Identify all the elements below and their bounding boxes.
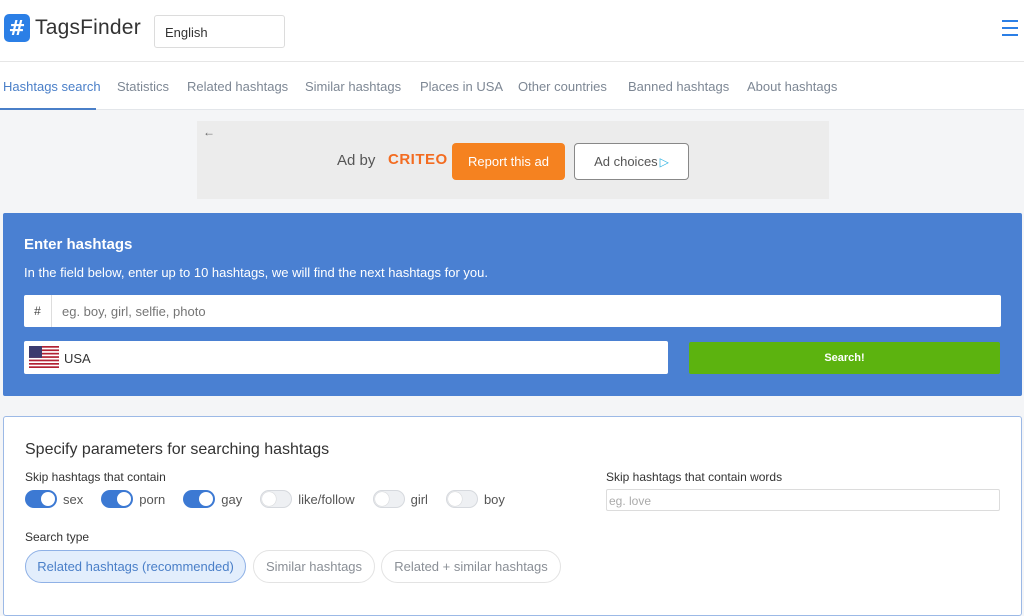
tab-about-hashtags[interactable]: About hashtags — [747, 79, 837, 94]
report-ad-button[interactable]: Report this ad — [452, 143, 565, 180]
skip-contain-label: Skip hashtags that contain — [25, 470, 166, 484]
search-description: In the field below, enter up to 10 hasht… — [24, 265, 488, 280]
country-select[interactable]: USA — [24, 341, 668, 374]
tab-hashtags-search[interactable]: Hashtags search — [3, 79, 101, 94]
tab-places-in-usa[interactable]: Places in USA — [420, 79, 503, 94]
hashtag-input[interactable] — [62, 304, 982, 319]
skip-toggles: sex porn gay like/follow girl boy — [25, 490, 523, 508]
toggle-label: porn — [139, 491, 166, 507]
country-label: USA — [64, 351, 91, 366]
toggle-porn[interactable]: porn — [101, 490, 165, 508]
params-panel: Specify parameters for searching hashtag… — [3, 416, 1022, 616]
tab-statistics[interactable]: Statistics — [117, 79, 169, 94]
language-select[interactable]: English — [154, 15, 285, 48]
tab-related-hashtags[interactable]: Related hashtags — [187, 79, 288, 94]
back-arrow-icon[interactable]: ← — [203, 125, 215, 139]
ad-by-label: Ad by — [337, 152, 376, 169]
search-type-label: Search type — [25, 530, 90, 544]
top-bar: # TagsFinder English — [0, 0, 1024, 62]
ad-choices-button[interactable]: Ad choices ▷ — [574, 143, 689, 180]
app-name: TagsFinder — [35, 16, 141, 39]
toggle-switch[interactable] — [445, 490, 478, 508]
toggle-boy[interactable]: boy — [445, 490, 505, 508]
params-title: Specify parameters for searching hashtag… — [25, 441, 330, 458]
usa-flag-icon — [29, 346, 59, 368]
search-panel: Enter hashtags In the field below, enter… — [3, 213, 1022, 396]
toggle-label: sex — [63, 491, 84, 507]
toggle-sex[interactable]: sex — [25, 490, 83, 508]
hashtag-input-group: # — [24, 295, 1001, 327]
skip-words-input[interactable]: eg. love — [606, 489, 1000, 511]
hashtag-logo-icon: # — [4, 14, 30, 42]
nav-tabs: Hashtags search Statistics Related hasht… — [0, 62, 1024, 110]
toggle-gay[interactable]: gay — [183, 490, 242, 508]
toggle-girl[interactable]: girl — [372, 490, 428, 508]
search-type-similar[interactable]: Similar hashtags — [253, 550, 375, 583]
logo[interactable]: # TagsFinder — [4, 14, 141, 42]
search-title: Enter hashtags — [24, 236, 133, 253]
toggle-switch[interactable] — [372, 490, 405, 508]
criteo-logo: CRITEO — [388, 151, 448, 168]
active-tab-underline — [0, 108, 96, 110]
ad-banner: ← Ad by CRITEO Report this ad Ad choices… — [197, 121, 829, 199]
skip-words-label: Skip hashtags that contain words — [606, 470, 783, 484]
toggle-switch[interactable] — [260, 490, 293, 508]
toggle-label: boy — [483, 491, 505, 507]
search-type-related-similar[interactable]: Related + similar hashtags — [381, 550, 561, 583]
toggle-label: girl — [410, 491, 428, 507]
hamburger-menu-icon[interactable] — [1002, 20, 1018, 38]
hash-prefix: # — [24, 295, 52, 327]
toggle-switch[interactable] — [25, 490, 57, 508]
ad-choices-icon: ▷ — [659, 154, 669, 169]
toggle-label: like/follow — [298, 491, 355, 507]
toggle-switch[interactable] — [183, 490, 216, 508]
tab-banned-hashtags[interactable]: Banned hashtags — [628, 79, 729, 94]
toggle-like-follow[interactable]: like/follow — [260, 490, 355, 508]
toggle-switch[interactable] — [101, 490, 134, 508]
tab-similar-hashtags[interactable]: Similar hashtags — [305, 79, 401, 94]
ad-choices-label: Ad choices — [594, 154, 658, 169]
toggle-label: gay — [221, 491, 243, 507]
search-type-related[interactable]: Related hashtags (recommended) — [25, 550, 246, 583]
search-button[interactable]: Search! — [689, 342, 1000, 374]
tab-other-countries[interactable]: Other countries — [518, 79, 607, 94]
